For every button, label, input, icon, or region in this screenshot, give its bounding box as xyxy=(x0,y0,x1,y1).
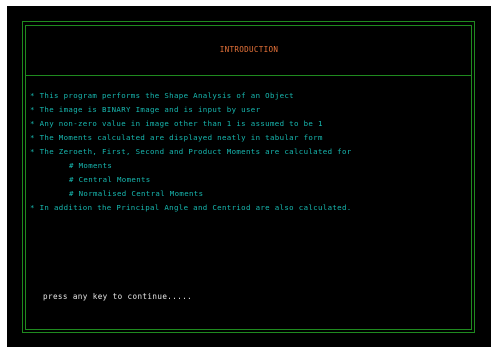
sub-item: # Normalised Central Moments xyxy=(69,189,204,198)
sub-item: # Central Moments xyxy=(69,175,151,184)
bullet-line: * The Moments calculated are displayed n… xyxy=(30,133,323,142)
bullet-line: * The image is BINARY Image and is input… xyxy=(30,105,261,114)
sub-item: # Moments xyxy=(69,161,113,170)
continue-prompt[interactable]: press any key to continue..... xyxy=(43,292,192,301)
screen-title: INTRODUCTION xyxy=(219,45,279,54)
bullet-line: * This program performs the Shape Analys… xyxy=(30,91,294,100)
dos-screen: INTRODUCTION * This program performs the… xyxy=(7,6,491,347)
bullet-line: * In addition the Principal Angle and Ce… xyxy=(30,203,352,212)
bullet-line: * The Zeroeth, First, Second and Product… xyxy=(30,147,352,156)
bullet-line: * Any non-zero value in image other than… xyxy=(30,119,323,128)
